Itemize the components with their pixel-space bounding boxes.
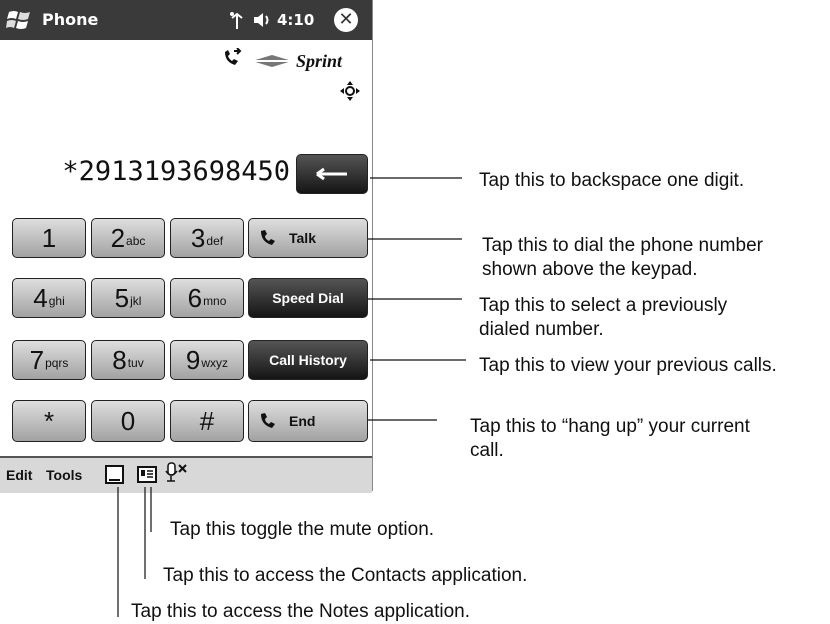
callout-backspace: Tap this to backspace one digit.: [479, 170, 745, 191]
callout-speed-dial-line2: dialed number.: [479, 319, 604, 340]
callout-contacts: Tap this to access the Contacts applicat…: [163, 565, 528, 586]
callout-end-line1: Tap this to “hang up” your current: [470, 416, 750, 437]
callout-notes: Tap this to access the Notes application…: [131, 601, 471, 622]
callout-talk-line2: shown above the keypad.: [482, 259, 698, 280]
callout-speed-dial-line1: Tap this to select a previously: [479, 295, 728, 316]
callout-call-history: Tap this to view your previous calls.: [479, 355, 777, 376]
callout-end-line2: call.: [470, 440, 504, 461]
callout-talk-line1: Tap this to dial the phone number: [482, 235, 763, 256]
callout-mute: Tap this toggle the mute option.: [170, 519, 435, 540]
